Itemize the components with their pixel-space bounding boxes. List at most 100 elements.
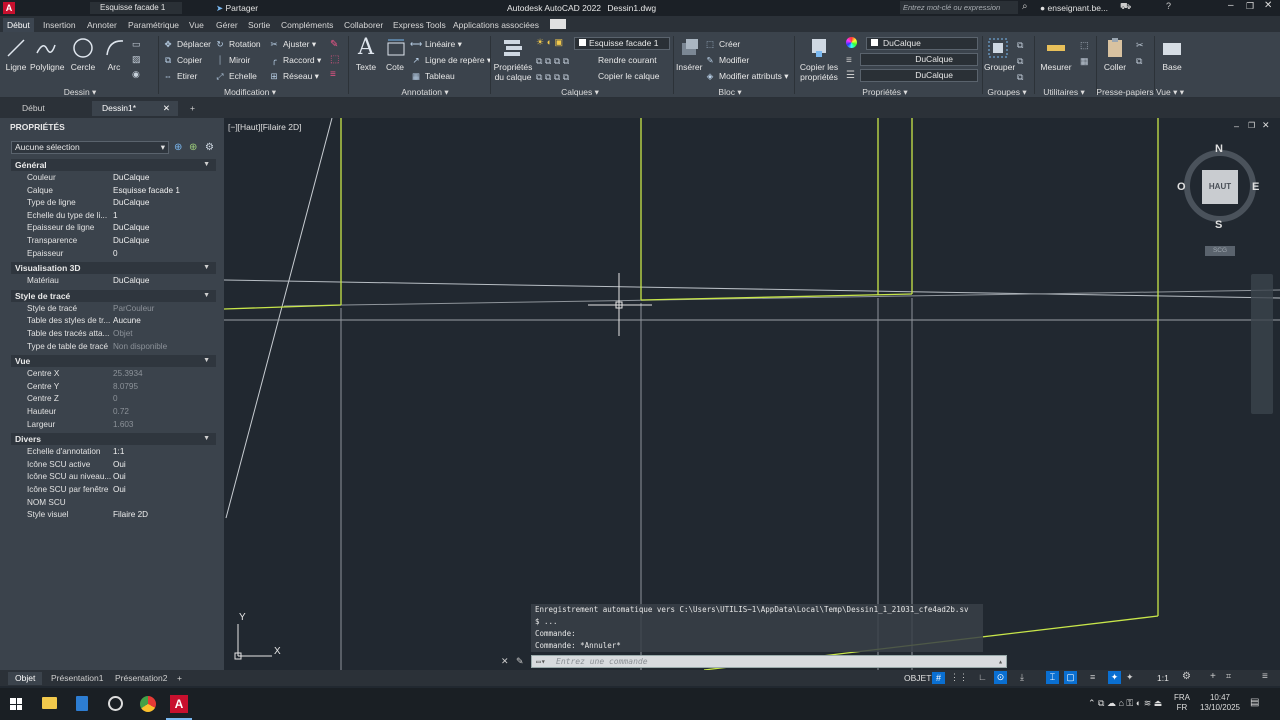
close-button[interactable]: ✕ — [1264, 0, 1272, 11]
plus-icon[interactable]: + — [1210, 671, 1216, 682]
color-combo[interactable]: DuCalque — [866, 37, 978, 50]
trim-tool[interactable]: ✂ Ajuster ▾ — [268, 37, 316, 51]
language-indicator[interactable]: FRA FR — [1174, 693, 1190, 713]
create-block-tool[interactable]: ⬚ Créer — [704, 37, 740, 51]
annotation-panel-title[interactable]: Annotation ▾ — [380, 86, 470, 98]
property-row[interactable]: Centre Y 8.0795 — [11, 381, 216, 393]
command-line-customize-icon[interactable]: ✎ — [516, 656, 524, 667]
leader-tool[interactable]: ↗ Ligne de repère ▾ — [410, 53, 491, 67]
tab-start[interactable]: Début — [12, 101, 55, 116]
minimize-button[interactable]: – — [1228, 0, 1234, 11]
property-row[interactable]: Transparence DuCalque — [11, 235, 216, 247]
copy-tool[interactable]: ⧉ Copier — [162, 53, 202, 67]
base-view-tool[interactable]: Base — [1160, 36, 1184, 72]
property-value[interactable]: DuCalque — [113, 197, 216, 209]
viewport-controls-label[interactable]: [−][Haut][Filaire 2D] — [228, 122, 301, 132]
layer-properties-tool[interactable]: Propriétés du calque — [493, 36, 533, 82]
clipboard-small-icons[interactable]: ✂ ⧉ — [1136, 37, 1144, 69]
move-tool[interactable]: ✥ Déplacer — [162, 37, 211, 51]
property-row[interactable]: Type de table de tracé Non disponible — [11, 341, 216, 353]
chevron-down-icon[interactable]: ▼ — [203, 262, 210, 274]
share-button[interactable]: ➤ Partager — [216, 2, 258, 14]
erase-icon[interactable]: ✎ ⬚ ≡ — [330, 37, 339, 82]
properties-section-header[interactable]: Style de tracé ▼ — [11, 289, 216, 302]
property-row[interactable]: Echelle d'annotation 1:1 — [11, 446, 216, 458]
utilities-small-icons[interactable]: ⬚ ▦ — [1080, 37, 1089, 69]
viewport-minimize-icon[interactable]: – — [1234, 121, 1239, 131]
new-tab-button[interactable]: + — [180, 101, 205, 116]
autocad-taskbar-icon[interactable]: A — [170, 695, 188, 713]
linetype-combo[interactable]: DuCalque — [860, 69, 978, 82]
viewport-close-icon[interactable]: ✕ — [1262, 120, 1270, 131]
chevron-down-icon[interactable]: ▼ — [203, 290, 210, 302]
viewcube-face-top[interactable]: HAUT — [1202, 170, 1238, 204]
clock[interactable]: 10:47 13/10/2025 — [1198, 693, 1242, 713]
property-value[interactable]: 1 — [113, 210, 216, 222]
insert-block-tool[interactable]: Insérer — [676, 36, 702, 72]
chevron-down-icon[interactable]: ▼ — [203, 159, 210, 171]
line-tool[interactable]: Ligne — [4, 36, 28, 72]
property-value[interactable]: Esquisse facade 1 — [113, 185, 216, 197]
proprietes-panel-title[interactable]: Propriétés ▾ — [840, 86, 930, 98]
tab-layout1[interactable]: Présentation1 — [44, 672, 110, 685]
color-wheel-icon[interactable] — [846, 37, 857, 48]
drawing-geometry[interactable] — [224, 118, 1280, 670]
command-input[interactable]: ▭▾ Entrez une commande ▴ — [531, 655, 1007, 668]
viewcube-east[interactable]: E — [1252, 181, 1259, 193]
property-row[interactable]: Epaisseur de ligne DuCalque — [11, 222, 216, 234]
property-value[interactable]: Aucune — [113, 315, 216, 327]
edit-attributes-tool[interactable]: ◈ Modifier attributs ▾ — [704, 69, 789, 83]
tab-parametrique[interactable]: Paramétrique — [124, 18, 183, 32]
lineweight-toggle-icon[interactable]: ▢ — [1064, 671, 1077, 684]
navigation-bar[interactable] — [1251, 274, 1273, 414]
properties-section-header[interactable]: Divers ▼ — [11, 433, 216, 446]
file-explorer-icon[interactable] — [42, 697, 57, 709]
tab-layout2[interactable]: Présentation2 — [108, 672, 174, 685]
customize-menu-icon[interactable]: ≡ — [1262, 671, 1268, 682]
chevron-down-icon[interactable]: ▼ — [203, 433, 210, 445]
property-row[interactable]: Echelle du type de li... 1 — [11, 210, 216, 222]
drawing-canvas[interactable]: [−][Haut][Filaire 2D] Y X – ❐ ✕ HAUT N S… — [224, 118, 1280, 670]
tab-annoter[interactable]: Annoter — [83, 18, 121, 32]
select-objects-icon[interactable]: ⊕ — [189, 142, 197, 153]
fillet-tool[interactable]: ╭ Raccord ▾ — [268, 53, 321, 67]
table-tool[interactable]: ▦ Tableau — [410, 69, 455, 83]
grid-toggle-icon[interactable]: # — [932, 672, 945, 684]
property-row[interactable]: Type de ligne DuCalque — [11, 197, 216, 209]
screen-recorder-icon[interactable] — [108, 696, 123, 711]
notification-icon[interactable]: ▤ — [1250, 697, 1259, 708]
properties-section-header[interactable]: Général ▼ — [11, 159, 216, 171]
tab-insertion[interactable]: Insertion — [39, 18, 80, 32]
rotate-tool[interactable]: ↻ Rotation — [214, 37, 260, 51]
property-value[interactable]: DuCalque — [113, 222, 216, 234]
group-small-icons[interactable]: ⧉ ⧉ ⧉ — [1017, 37, 1023, 85]
tab-gerer[interactable]: Gérer — [212, 18, 242, 32]
property-row[interactable]: Matériau DuCalque — [11, 275, 216, 287]
properties-section-header[interactable]: Visualisation 3D ▼ — [11, 262, 216, 275]
property-row[interactable]: Couleur DuCalque — [11, 172, 216, 184]
edit-block-tool[interactable]: ✎ Modifier — [704, 53, 749, 67]
property-row[interactable]: Style de tracé ParCouleur — [11, 303, 216, 315]
property-row[interactable]: Centre Z 0 — [11, 393, 216, 405]
layer-combo[interactable]: Esquisse facade 1 — [574, 37, 670, 50]
copy-layer-tool[interactable]: Copier le calque — [598, 69, 659, 83]
selection-combo[interactable]: Aucune sélection ▾ — [11, 141, 169, 154]
search-icon[interactable]: ⌕ — [1022, 1, 1028, 12]
tab-drawing1[interactable]: Dessin1* ✕ — [92, 101, 178, 116]
transparency-toggle-icon[interactable]: ≡ — [1090, 672, 1095, 682]
command-line-close-icon[interactable]: ✕ — [501, 656, 509, 667]
tab-applications-associees[interactable]: Applications associées — [449, 18, 543, 32]
property-row[interactable]: Table des tracés atta... Objet — [11, 328, 216, 340]
property-row[interactable]: Calque Esquisse facade 1 — [11, 185, 216, 197]
mirror-tool[interactable]: ⏐ Miroir — [214, 53, 251, 67]
toggle-pickadd-icon[interactable]: ⊕ — [174, 142, 182, 153]
object-snap-tracking-icon[interactable]: ⤓ — [1020, 672, 1024, 683]
viewcube-north[interactable]: N — [1215, 143, 1223, 155]
viewcube-west[interactable]: O — [1177, 181, 1186, 193]
tab-collaborer[interactable]: Collaborer — [340, 18, 387, 32]
groupes-panel-title[interactable]: Groupes ▾ — [982, 86, 1032, 98]
annotation-scale-button[interactable]: 1:1 — [1157, 673, 1169, 683]
property-value[interactable]: DuCalque — [113, 275, 216, 287]
vue-panel-title[interactable]: Vue ▾ ▾ — [1152, 86, 1188, 98]
arc-tool[interactable]: Arc — [103, 36, 125, 72]
